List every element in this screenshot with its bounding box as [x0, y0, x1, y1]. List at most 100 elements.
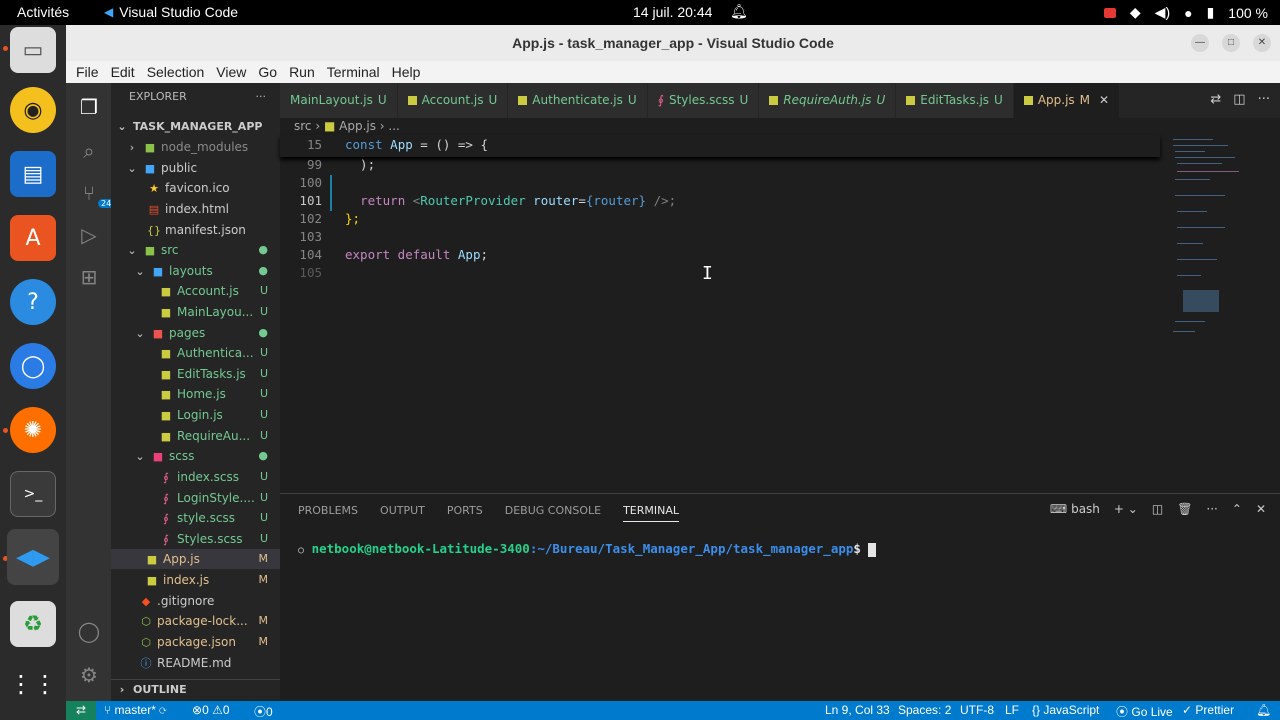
tree-item[interactable]: ■ RequireAu... U: [111, 426, 280, 446]
help-icon[interactable]: ?: [10, 279, 56, 325]
breadcrumb-more[interactable]: ...: [388, 119, 399, 133]
breadcrumb-folder[interactable]: src: [294, 119, 312, 133]
rhythmbox-icon[interactable]: ◉: [10, 87, 56, 133]
notifications-icon[interactable]: 🔔︎: [1256, 703, 1271, 717]
minimize-button[interactable]: —: [1191, 34, 1209, 52]
kill-terminal-icon[interactable]: 🗑︎: [1177, 502, 1192, 516]
more-actions-icon[interactable]: ···: [1206, 502, 1217, 516]
show-apps-icon[interactable]: ⋮⋮: [9, 661, 57, 707]
tab-debug-console[interactable]: DEBUG CONSOLE: [505, 504, 601, 522]
tab-account[interactable]: Account.js U: [397, 83, 509, 118]
tab-output[interactable]: OUTPUT: [380, 504, 425, 522]
tree-item[interactable]: ⌄ ■ scss ●: [111, 446, 280, 466]
maximize-panel-icon[interactable]: ⌃: [1232, 502, 1242, 516]
menu-run[interactable]: Run: [283, 64, 321, 80]
menu-help[interactable]: Help: [386, 64, 427, 80]
trash-icon[interactable]: ♻: [10, 601, 56, 647]
language-mode[interactable]: {} JavaScript: [1032, 703, 1099, 717]
sticky-scroll[interactable]: 15 const App = () => {: [280, 135, 1160, 157]
tab-app[interactable]: App.js M ✕: [1013, 83, 1121, 118]
new-terminal-icon[interactable]: + ⌄: [1114, 502, 1138, 516]
tree-item[interactable]: ∮ index.scss U: [111, 467, 280, 487]
close-tab-icon[interactable]: ✕: [1099, 83, 1109, 118]
app-menu[interactable]: ◀ Visual Studio Code: [104, 4, 238, 20]
code-editor[interactable]: 15 const App = () => { 99 ); 100 101 ret…: [280, 135, 1160, 495]
tree-item[interactable]: ⬡ package.json M: [111, 632, 280, 652]
activities-button[interactable]: Activités: [17, 4, 69, 20]
tab-problems[interactable]: PROBLEMS: [298, 504, 358, 522]
ports-status[interactable]: ⦿0: [254, 703, 273, 720]
account-icon[interactable]: ◯: [76, 619, 102, 645]
workspace-root[interactable]: ⌄ TASK_MANAGER_APP: [111, 117, 280, 137]
tab-edittasks[interactable]: EditTasks.js U: [896, 83, 1014, 118]
close-window-button[interactable]: ✕: [1253, 34, 1271, 52]
menu-edit[interactable]: Edit: [105, 64, 141, 80]
go-live-button[interactable]: ⦿ Go Live: [1116, 703, 1173, 720]
menu-go[interactable]: Go: [252, 64, 283, 80]
tab-mainlayout[interactable]: MainLayout.js U: [280, 83, 398, 118]
terminal-shell[interactable]: ⌨ bash: [1050, 502, 1100, 516]
extensions-icon[interactable]: ⊞: [76, 265, 102, 291]
explorer-icon[interactable]: ❐: [76, 95, 102, 121]
tree-item[interactable]: ∮ LoginStyle.... U: [111, 488, 280, 508]
prettier-status[interactable]: ✓ Prettier: [1182, 703, 1234, 717]
tab-requireauth[interactable]: RequireAuth.js U: [759, 83, 897, 118]
more-actions-icon[interactable]: ···: [1258, 92, 1270, 107]
search-icon[interactable]: ⌕: [76, 139, 102, 165]
tree-item[interactable]: ■ EditTasks.js U: [111, 364, 280, 384]
tree-item[interactable]: ■ MainLayou... U: [111, 302, 280, 322]
tree-item[interactable]: ■ Login.js U: [111, 405, 280, 425]
split-editor-icon[interactable]: ◫: [1233, 92, 1245, 107]
chromium-icon[interactable]: ◯: [10, 343, 56, 389]
tree-item[interactable]: ⬡ package-lock... M: [111, 611, 280, 631]
terminal-icon[interactable]: >_: [10, 471, 56, 517]
vscode-dock-icon[interactable]: ◀▶: [7, 529, 59, 585]
minimap[interactable]: [1163, 135, 1243, 335]
branch-status[interactable]: ⑂ master* ⟳: [104, 703, 166, 717]
tree-item-selected[interactable]: ■ App.js M: [111, 549, 280, 569]
close-panel-icon[interactable]: ✕: [1256, 502, 1266, 516]
firefox-icon[interactable]: ✺: [10, 407, 56, 453]
indentation[interactable]: Spaces: 2: [898, 703, 951, 717]
clock[interactable]: 14 juil. 20:44: [633, 4, 712, 20]
tree-item[interactable]: ⌄ ■ pages ●: [111, 323, 280, 343]
split-terminal-icon[interactable]: ◫: [1152, 502, 1163, 516]
tree-item[interactable]: {} manifest.json: [111, 220, 280, 240]
tree-item[interactable]: ⓘ README.md: [111, 653, 280, 673]
tab-authenticate[interactable]: Authenticate.js U: [508, 83, 648, 118]
writer-icon[interactable]: ▤: [10, 151, 56, 197]
tab-ports[interactable]: PORTS: [447, 504, 483, 522]
tree-item[interactable]: ■ Authentica... U: [111, 343, 280, 363]
tree-item[interactable]: ■ Home.js U: [111, 384, 280, 404]
tree-item[interactable]: ⌄ ■ layouts ●: [111, 261, 280, 281]
compare-icon[interactable]: ⇄: [1210, 92, 1221, 107]
menu-terminal[interactable]: Terminal: [321, 64, 386, 80]
remote-icon[interactable]: ⇄: [66, 701, 96, 720]
tab-styles[interactable]: ∮ Styles.scss U: [647, 83, 760, 118]
more-actions-icon[interactable]: ···: [256, 83, 267, 111]
tree-item[interactable]: ▤ index.html: [111, 199, 280, 219]
line-ending[interactable]: LF: [1005, 703, 1019, 717]
dock-app-icon[interactable]: ▭: [10, 27, 56, 73]
maximize-button[interactable]: □: [1222, 34, 1240, 52]
tree-item[interactable]: ■ index.js M: [111, 570, 280, 590]
problems-status[interactable]: ⊗0 ⚠0: [192, 703, 230, 717]
tab-terminal[interactable]: TERMINAL: [623, 504, 679, 522]
terminal-output[interactable]: ○ netbook@netbook-Latitude-3400:~/Bureau…: [298, 541, 877, 557]
settings-gear-icon[interactable]: ⚙: [76, 663, 102, 689]
tree-item[interactable]: ⌄ ■ public: [111, 158, 280, 178]
tree-item[interactable]: › ■ node_modules: [111, 137, 280, 157]
tree-item[interactable]: ∮ style.scss U: [111, 508, 280, 528]
outline-section[interactable]: › OUTLINE: [111, 679, 280, 699]
breadcrumb-file[interactable]: App.js: [339, 119, 376, 133]
menu-file[interactable]: File: [70, 64, 105, 80]
cursor-position[interactable]: Ln 9, Col 33: [825, 703, 890, 717]
menu-selection[interactable]: Selection: [141, 64, 211, 80]
tree-item[interactable]: ∮ Styles.scss U: [111, 529, 280, 549]
system-tray[interactable]: ◆ ◀) ● ▮ 100 %: [1103, 4, 1268, 21]
software-center-icon[interactable]: A: [10, 215, 56, 261]
tree-item[interactable]: ■ Account.js U: [111, 281, 280, 301]
tree-item[interactable]: ◆ .gitignore: [111, 591, 280, 611]
tree-item[interactable]: ★ favicon.ico: [111, 178, 280, 198]
menu-view[interactable]: View: [210, 64, 252, 80]
